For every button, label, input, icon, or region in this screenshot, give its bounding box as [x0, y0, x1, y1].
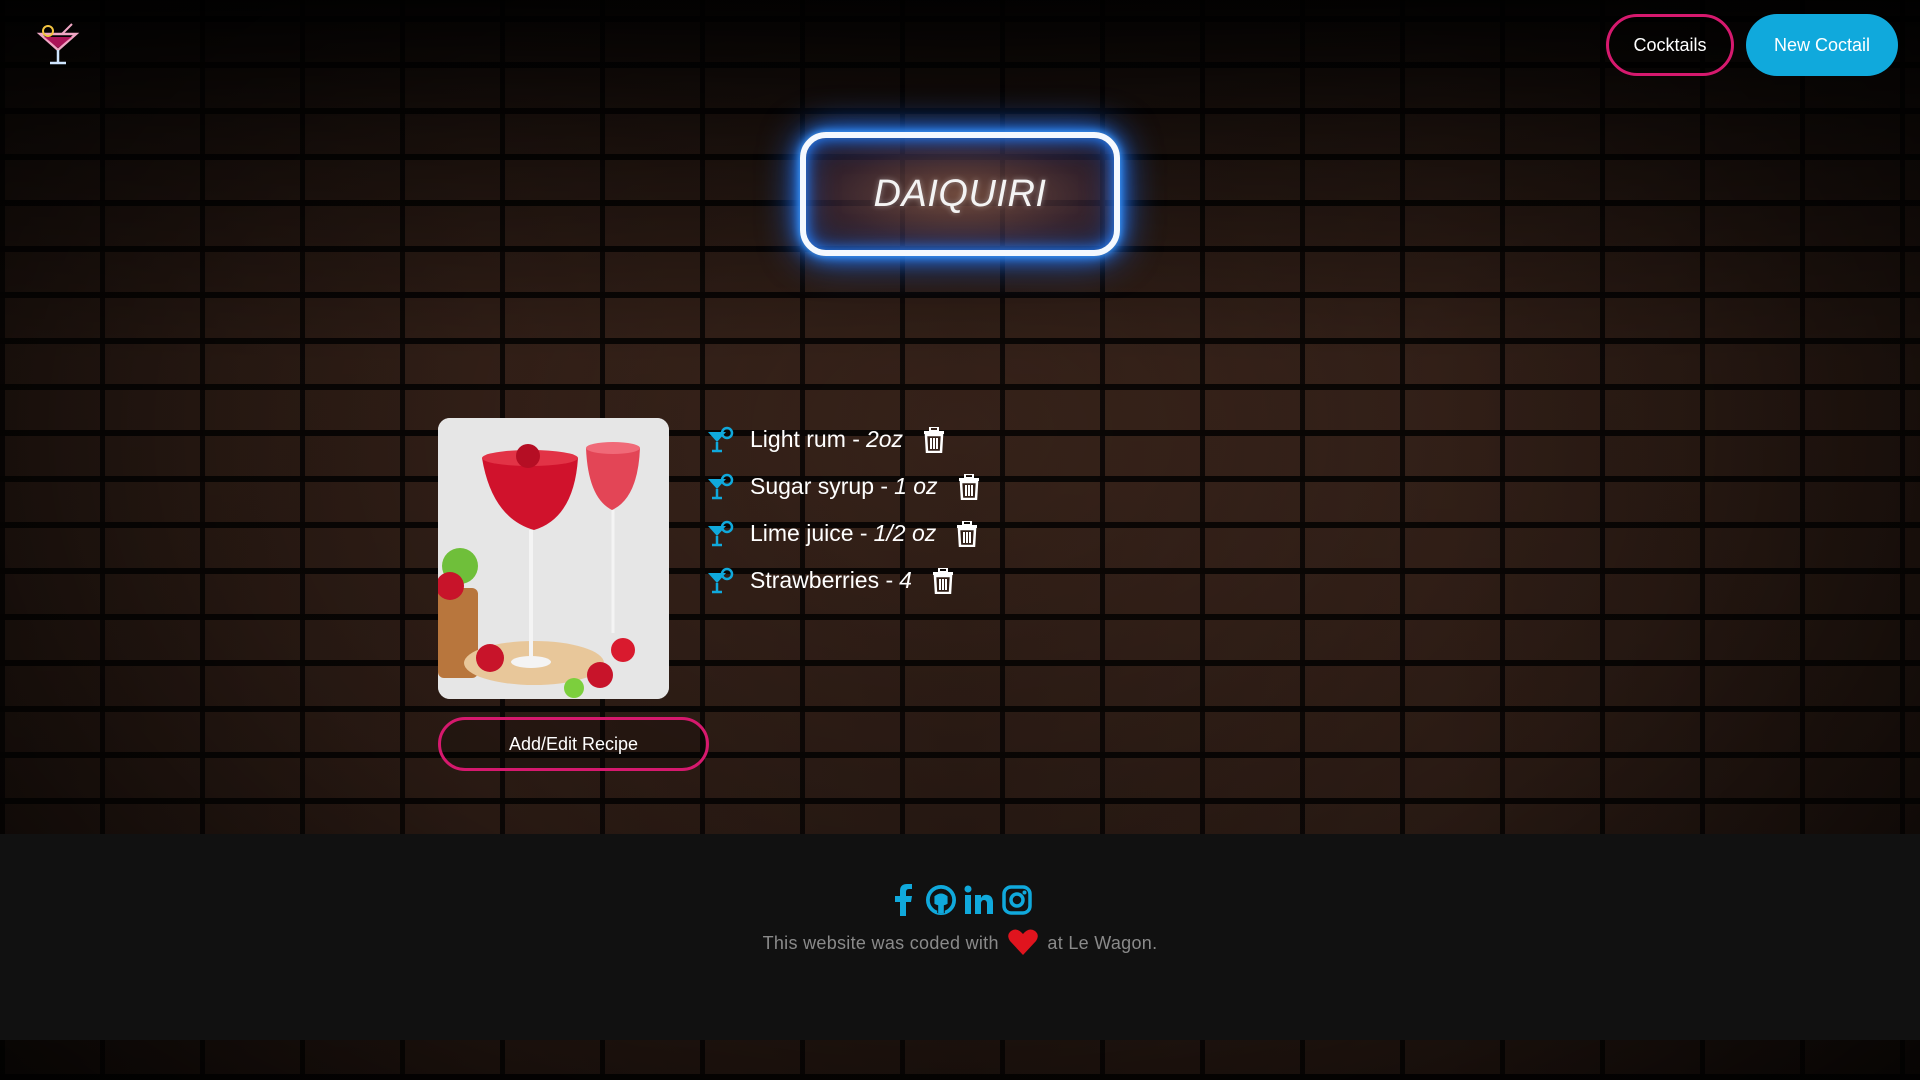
social-links: [0, 884, 1920, 916]
ingredient-amount: 4: [899, 567, 912, 593]
ingredient-name: Strawberries -: [750, 567, 894, 593]
trash-icon[interactable]: [956, 519, 978, 547]
cocktail-glass-icon: [706, 473, 734, 501]
footer-text-before: This website was coded with: [762, 932, 999, 953]
ingredient-list: Light rum - 2oz Sugar syrup - 1 oz Lime …: [706, 416, 980, 604]
linkedin-icon[interactable]: [964, 884, 994, 916]
cocktail-photo: [438, 418, 669, 699]
trash-icon[interactable]: [932, 566, 954, 594]
cocktail-title: DAIQUIRI: [873, 172, 1047, 215]
heart-icon: [1008, 928, 1038, 960]
github-icon[interactable]: [926, 884, 956, 916]
ingredient-item: Light rum - 2oz: [706, 416, 980, 463]
footer: This website was coded with at Le Wagon.: [0, 834, 1920, 1040]
ingredient-amount: 1 oz: [894, 473, 938, 499]
ingredient-amount: 1/2 oz: [873, 520, 937, 546]
cocktail-glass-icon: [706, 567, 734, 595]
facebook-icon[interactable]: [888, 884, 918, 916]
ingredient-item: Lime juice - 1/2 oz: [706, 510, 980, 557]
add-edit-recipe-button[interactable]: Add/Edit Recipe: [438, 717, 709, 771]
cocktail-logo-icon[interactable]: [36, 22, 80, 68]
ingredient-item: Sugar syrup - 1 oz: [706, 463, 980, 510]
trash-icon[interactable]: [923, 425, 945, 453]
ingredient-name: Sugar syrup -: [750, 473, 889, 499]
footer-text-after: at Le Wagon.: [1047, 932, 1158, 953]
ingredient-item: Strawberries - 4: [706, 557, 980, 604]
cocktail-title-sign: DAIQUIRI: [800, 132, 1120, 256]
footer-credit: This website was coded with at Le Wagon.: [0, 928, 1920, 960]
instagram-icon[interactable]: [1002, 884, 1032, 916]
new-cocktail-button[interactable]: New Coctail: [1746, 14, 1898, 76]
ingredient-amount: 2oz: [865, 426, 904, 452]
cocktail-glass-icon: [706, 520, 734, 548]
cocktails-button[interactable]: Cocktails: [1606, 14, 1734, 76]
trash-icon[interactable]: [958, 472, 980, 500]
ingredient-name: Light rum -: [750, 426, 860, 452]
cocktail-glass-icon: [706, 426, 734, 454]
navbar: Cocktails New Coctail: [0, 0, 1920, 90]
ingredient-name: Lime juice -: [750, 520, 868, 546]
